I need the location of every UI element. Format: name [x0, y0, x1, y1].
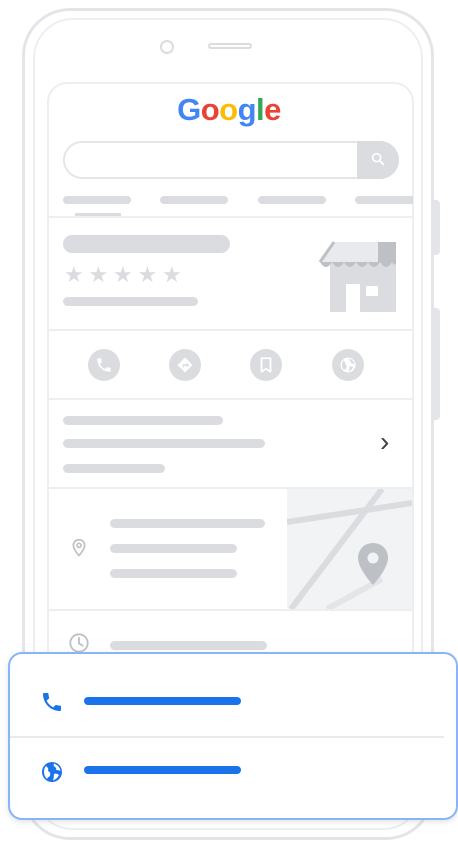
divider [49, 329, 412, 331]
save-action[interactable] [250, 349, 282, 381]
divider [49, 609, 412, 611]
chevron-right-icon[interactable]: › [380, 428, 389, 456]
logo-letter: o [200, 92, 220, 127]
divider [10, 736, 444, 738]
search-tab-placeholder[interactable] [258, 196, 326, 204]
globe-icon [340, 357, 356, 373]
clock-icon [69, 633, 89, 653]
search-bar[interactable] [63, 141, 399, 179]
website-action[interactable] [332, 349, 364, 381]
search-tab-placeholder[interactable] [355, 196, 413, 204]
contact-card [8, 652, 458, 820]
address-line-placeholder [110, 544, 237, 553]
logo-letter: G [177, 92, 201, 127]
logo-letter: e [264, 92, 281, 127]
star-icon: ★ [137, 262, 158, 287]
description-line-placeholder [63, 464, 165, 473]
phone-icon [97, 358, 111, 372]
search-icon [371, 152, 385, 166]
storefront-icon [318, 241, 396, 312]
directions-action[interactable] [169, 349, 201, 381]
business-category-placeholder [63, 297, 198, 306]
logo-letter: l [256, 92, 265, 127]
bookmark-icon [260, 357, 272, 373]
location-pin-icon [72, 538, 86, 557]
logo-letter: g [237, 92, 257, 127]
camera-dot [160, 40, 174, 54]
address-line-placeholder [110, 569, 237, 578]
star-icon: ★ [64, 262, 84, 287]
address-line-placeholder [110, 519, 265, 528]
hours-line-placeholder [110, 641, 267, 650]
phone-icon [43, 693, 61, 711]
description-line-placeholder [63, 439, 265, 448]
call-action[interactable] [88, 349, 120, 381]
business-name-placeholder [63, 235, 230, 253]
divider [49, 216, 412, 218]
search-tab-placeholder[interactable] [160, 196, 228, 204]
directions-icon [177, 357, 193, 373]
phone-power-button [434, 308, 440, 420]
divider [49, 398, 412, 400]
star-icon: ★ [113, 262, 133, 287]
description-line-placeholder [63, 416, 223, 425]
website-link-placeholder[interactable] [84, 766, 241, 774]
map-thumbnail[interactable] [287, 489, 412, 609]
search-button[interactable] [357, 141, 399, 179]
star-icon: ★ [88, 262, 109, 287]
star-icon: ★ [162, 262, 182, 287]
speaker-slot [208, 43, 252, 49]
logo-letter: o [219, 92, 238, 127]
search-tab-placeholder[interactable] [63, 196, 131, 204]
globe-icon [42, 762, 62, 782]
phone-volume-button [434, 200, 440, 255]
phone-number-placeholder[interactable] [84, 697, 241, 705]
google-logo: Google [0, 92, 458, 128]
